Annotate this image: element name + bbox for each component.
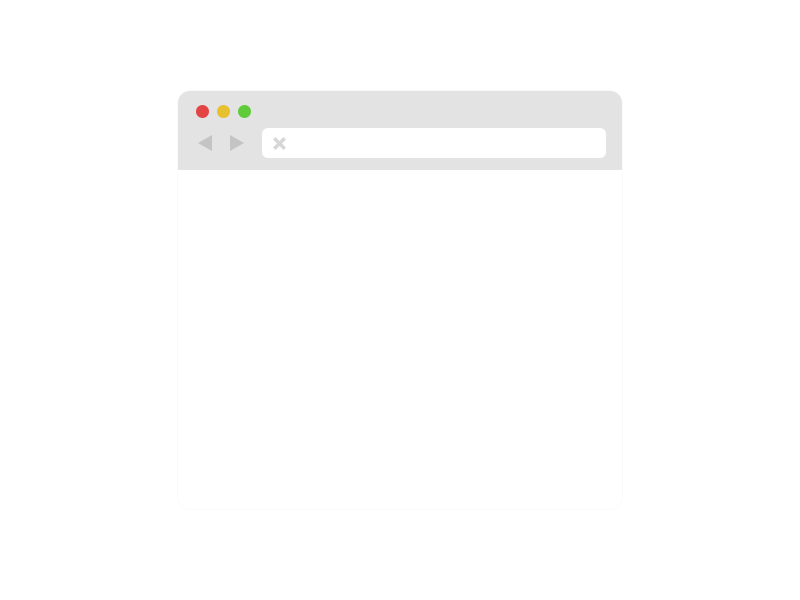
- close-icon: [272, 136, 287, 151]
- stop-button[interactable]: [270, 134, 288, 152]
- window-maximize-button[interactable]: [238, 105, 251, 118]
- content-area: [178, 169, 622, 509]
- forward-button[interactable]: [226, 132, 248, 154]
- browser-window: [178, 91, 622, 509]
- address-input[interactable]: [294, 136, 598, 151]
- forward-icon: [228, 133, 246, 153]
- window-close-button[interactable]: [196, 105, 209, 118]
- back-icon: [196, 133, 214, 153]
- address-bar: [262, 128, 606, 158]
- toolbar: [194, 128, 606, 158]
- traffic-lights: [194, 103, 606, 118]
- window-minimize-button[interactable]: [217, 105, 230, 118]
- back-button[interactable]: [194, 132, 216, 154]
- titlebar: [178, 91, 622, 169]
